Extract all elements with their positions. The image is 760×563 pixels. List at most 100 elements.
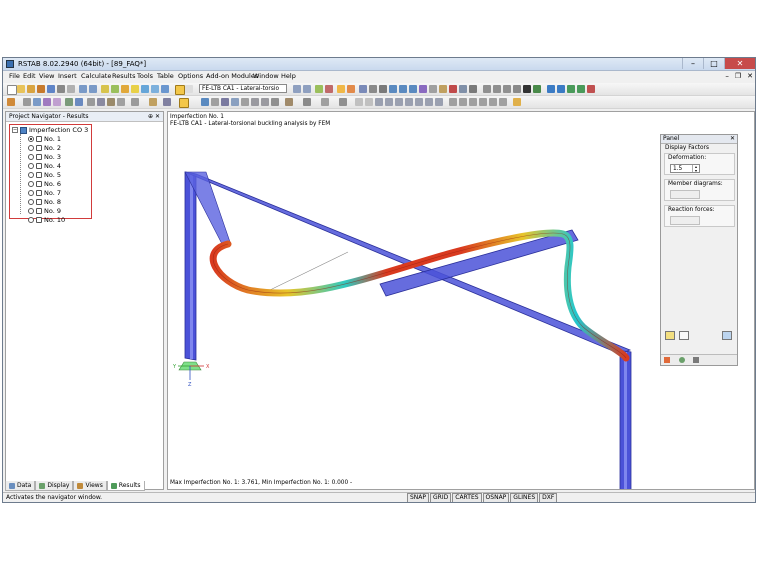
section-icon[interactable] — [379, 85, 387, 93]
previous-icon[interactable] — [293, 85, 301, 93]
tab-data[interactable]: Data — [5, 481, 36, 491]
next-icon[interactable] — [303, 85, 311, 93]
dxf-toggle[interactable]: DXF — [539, 493, 558, 502]
minimize-button[interactable]: – — [682, 58, 703, 69]
project-icon[interactable] — [469, 98, 477, 106]
print-panel-icon[interactable] — [722, 331, 732, 340]
menu-window[interactable]: Window — [253, 72, 279, 81]
print-graphic-icon[interactable] — [533, 85, 541, 93]
radio-selected-icon[interactable] — [28, 136, 34, 142]
mdi-close-button[interactable]: ✕ — [747, 72, 753, 80]
import-icon[interactable] — [577, 85, 585, 93]
radio-icon[interactable] — [28, 163, 34, 169]
tree-item[interactable]: No. 9 — [28, 207, 61, 215]
menu-options[interactable]: Options — [178, 72, 203, 81]
mirror-icon[interactable] — [459, 98, 467, 106]
new-icon[interactable] — [7, 85, 17, 95]
report-icon[interactable] — [547, 85, 555, 93]
mesh-icon[interactable] — [369, 85, 377, 93]
render-icon[interactable] — [439, 85, 447, 93]
glines-toggle[interactable]: GLINES — [510, 493, 539, 502]
display-icon[interactable] — [315, 85, 323, 93]
grid-toggle[interactable]: GRID — [430, 493, 452, 502]
radio-icon[interactable] — [28, 181, 34, 187]
results-table-icon[interactable] — [185, 85, 193, 93]
tree-item[interactable]: No. 6 — [28, 180, 61, 188]
solid-icon[interactable] — [251, 98, 259, 106]
navigator-pin-close[interactable]: ⊕ ✕ — [148, 112, 160, 121]
deformation-icon[interactable] — [347, 85, 355, 93]
tree-item[interactable]: No. 2 — [28, 144, 61, 152]
open-icon[interactable] — [17, 85, 25, 93]
collapse-icon[interactable]: − — [12, 127, 18, 133]
generator-icon[interactable] — [513, 98, 521, 106]
undo-icon[interactable] — [79, 85, 87, 93]
archive-icon[interactable] — [37, 85, 45, 93]
select-icon[interactable] — [131, 98, 139, 106]
reaction-forces-input[interactable] — [670, 216, 700, 225]
section-view-icon[interactable] — [271, 98, 279, 106]
radio-icon[interactable] — [28, 154, 34, 160]
color-scale-icon[interactable] — [459, 85, 467, 93]
values-icon[interactable] — [325, 85, 333, 93]
member-join-icon[interactable] — [425, 98, 433, 106]
spinner-icon[interactable]: ▴ ▾ — [692, 165, 699, 172]
imposed-icon[interactable] — [107, 98, 115, 106]
tree-item[interactable]: No. 10 — [28, 216, 65, 224]
tab-results[interactable]: Results — [106, 481, 145, 491]
member-x-icon[interactable] — [375, 98, 383, 106]
calculate-icon[interactable] — [121, 85, 129, 93]
view-z-icon[interactable] — [409, 85, 417, 93]
radio-icon[interactable] — [28, 217, 34, 223]
member-icon[interactable] — [33, 98, 41, 106]
nodal-load-icon[interactable] — [87, 98, 95, 106]
load-icon[interactable] — [65, 98, 73, 106]
settings-panel-icon[interactable] — [679, 331, 689, 340]
menu-results[interactable]: Results — [112, 72, 135, 81]
member-div-icon[interactable] — [415, 98, 423, 106]
stress-icon[interactable] — [449, 85, 457, 93]
license-icon[interactable] — [587, 85, 595, 93]
animation-icon[interactable] — [337, 85, 345, 93]
grid-icon[interactable] — [469, 85, 477, 93]
printout-icon[interactable] — [557, 85, 565, 93]
member-diagrams-input[interactable] — [670, 190, 700, 199]
module-case-select[interactable]: FE-LTB CA1 - Lateral-torsio — [199, 84, 287, 93]
show-model-icon[interactable] — [201, 98, 209, 106]
wireframe-icon[interactable] — [241, 98, 249, 106]
guide-icon[interactable] — [365, 98, 373, 106]
measure-icon[interactable] — [483, 85, 491, 93]
support-icon[interactable] — [43, 98, 51, 106]
member-load-icon[interactable] — [97, 98, 105, 106]
print-icon[interactable] — [57, 85, 65, 93]
snap-toggle[interactable]: SNAP — [407, 493, 430, 502]
rotate-icon[interactable] — [513, 85, 521, 93]
results-on-icon[interactable] — [175, 85, 185, 95]
menu-calculate[interactable]: Calculate — [81, 72, 111, 81]
module-icon[interactable] — [141, 85, 149, 93]
factors-tab-icon[interactable] — [679, 357, 685, 363]
results-icon[interactable] — [131, 85, 139, 93]
panel-toggle-icon[interactable] — [179, 98, 189, 108]
line-icon[interactable] — [23, 98, 31, 106]
redo-icon[interactable] — [89, 85, 97, 93]
filter-icon[interactable] — [359, 85, 367, 93]
menu-edit[interactable]: Edit — [23, 72, 36, 81]
copy-icon[interactable] — [163, 98, 171, 106]
panel-close-button[interactable]: ✕ — [730, 135, 735, 143]
scale-icon[interactable] — [479, 98, 487, 106]
snap-object-icon[interactable] — [149, 98, 157, 106]
member-set-icon[interactable] — [435, 98, 443, 106]
menu-table[interactable]: Table — [157, 72, 174, 81]
zoom-icon[interactable] — [429, 85, 437, 93]
member-ext-icon[interactable] — [405, 98, 413, 106]
radio-icon[interactable] — [28, 208, 34, 214]
tree-item[interactable]: No. 4 — [28, 162, 61, 170]
chart-icon[interactable] — [161, 85, 169, 93]
tree-item[interactable]: No. 3 — [28, 153, 61, 161]
move-icon[interactable] — [489, 98, 497, 106]
menu-tools[interactable]: Tools — [137, 72, 153, 81]
save-icon[interactable] — [47, 85, 55, 93]
tree-item[interactable]: No. 5 — [28, 171, 61, 179]
close-button[interactable]: ✕ — [724, 58, 755, 69]
